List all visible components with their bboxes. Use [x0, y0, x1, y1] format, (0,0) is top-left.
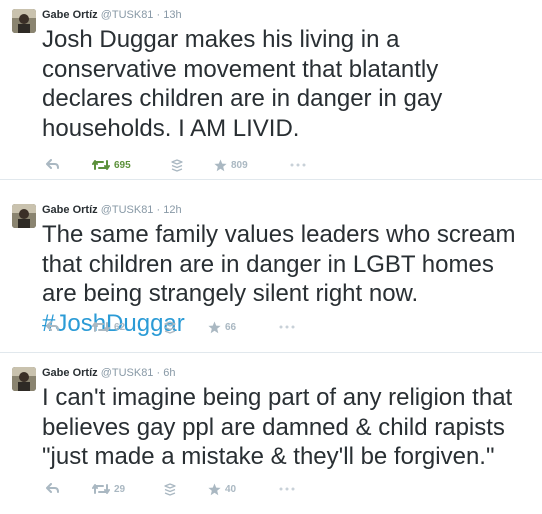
tweet-text: Josh Duggar makes his living in a conser…	[42, 25, 532, 143]
tweet[interactable]: Gabe Ortíz @TUSK81 · 13h Josh Duggar mak…	[0, 0, 542, 180]
tweet-text-content: The same family values leaders who screa…	[42, 221, 516, 307]
tweet-actions: 695 809	[0, 157, 542, 173]
favorite-button[interactable]: 809	[214, 157, 248, 173]
favorite-count: 40	[225, 483, 237, 495]
more-dots-icon	[279, 487, 295, 491]
reply-icon	[46, 159, 59, 169]
reply-icon	[46, 321, 59, 331]
stack-button[interactable]	[164, 319, 176, 335]
retweet-button[interactable]: 62	[92, 319, 125, 335]
author-name[interactable]: Gabe Ortíz	[42, 204, 98, 216]
author-handle[interactable]: @TUSK81	[101, 9, 154, 21]
timestamp[interactable]: 6h	[163, 367, 175, 379]
favorite-star-icon	[208, 321, 221, 333]
tweet-text-content: I can't imagine being part of any religi…	[42, 384, 513, 470]
tweet-text: I can't imagine being part of any religi…	[42, 383, 532, 472]
separator-dot: ·	[156, 204, 161, 216]
stack-button[interactable]	[164, 481, 176, 497]
retweet-icon	[92, 484, 110, 494]
author-handle[interactable]: @TUSK81	[101, 204, 154, 216]
retweet-count: 62	[114, 321, 126, 333]
retweet-count: 695	[114, 159, 131, 171]
favorite-star-icon	[208, 483, 221, 495]
retweet-icon	[92, 160, 110, 170]
tweet-header: Gabe Ortíz @TUSK81 · 12h	[42, 203, 182, 217]
reply-button[interactable]	[46, 481, 60, 497]
timestamp[interactable]: 13h	[163, 9, 181, 21]
tweet-text-content: Josh Duggar makes his living in a conser…	[42, 26, 443, 142]
more-button[interactable]	[279, 481, 295, 497]
retweet-icon	[92, 322, 110, 332]
avatar[interactable]	[12, 367, 36, 391]
more-button[interactable]	[279, 319, 295, 335]
stack-icon	[164, 482, 176, 496]
separator-dot: ·	[156, 9, 161, 21]
favorite-count: 809	[231, 159, 248, 171]
avatar[interactable]	[12, 9, 36, 33]
tweet[interactable]: Gabe Ortíz @TUSK81 · 6h I can't imagine …	[0, 358, 542, 514]
reply-icon	[46, 483, 59, 493]
retweet-button[interactable]: 29	[92, 481, 125, 497]
tweet-header: Gabe Ortíz @TUSK81 · 13h	[42, 8, 182, 22]
tweet[interactable]: Gabe Ortíz @TUSK81 · 12h The same family…	[0, 195, 542, 353]
avatar[interactable]	[12, 204, 36, 228]
favorite-button[interactable]: 40	[208, 481, 236, 497]
tweet-actions: 29 40	[0, 481, 542, 497]
timestamp[interactable]: 12h	[163, 204, 181, 216]
tweet-actions: 62 66	[0, 319, 542, 335]
stack-icon	[164, 320, 176, 334]
retweet-count: 29	[114, 483, 126, 495]
tweet-header: Gabe Ortíz @TUSK81 · 6h	[42, 366, 175, 380]
more-button[interactable]	[290, 157, 306, 173]
favorite-button[interactable]: 66	[208, 319, 236, 335]
tweet-timeline: Gabe Ortíz @TUSK81 · 13h Josh Duggar mak…	[0, 0, 542, 514]
author-name[interactable]: Gabe Ortíz	[42, 9, 98, 21]
retweet-button[interactable]: 695	[92, 157, 131, 173]
favorite-count: 66	[225, 321, 237, 333]
separator-dot: ·	[156, 367, 161, 379]
author-handle[interactable]: @TUSK81	[101, 367, 154, 379]
reply-button[interactable]	[46, 319, 60, 335]
more-dots-icon	[279, 325, 295, 329]
more-dots-icon	[290, 163, 306, 167]
favorite-star-icon	[214, 159, 227, 171]
reply-button[interactable]	[46, 157, 60, 173]
stack-icon	[171, 158, 183, 172]
author-name[interactable]: Gabe Ortíz	[42, 367, 98, 379]
stack-button[interactable]	[171, 157, 183, 173]
